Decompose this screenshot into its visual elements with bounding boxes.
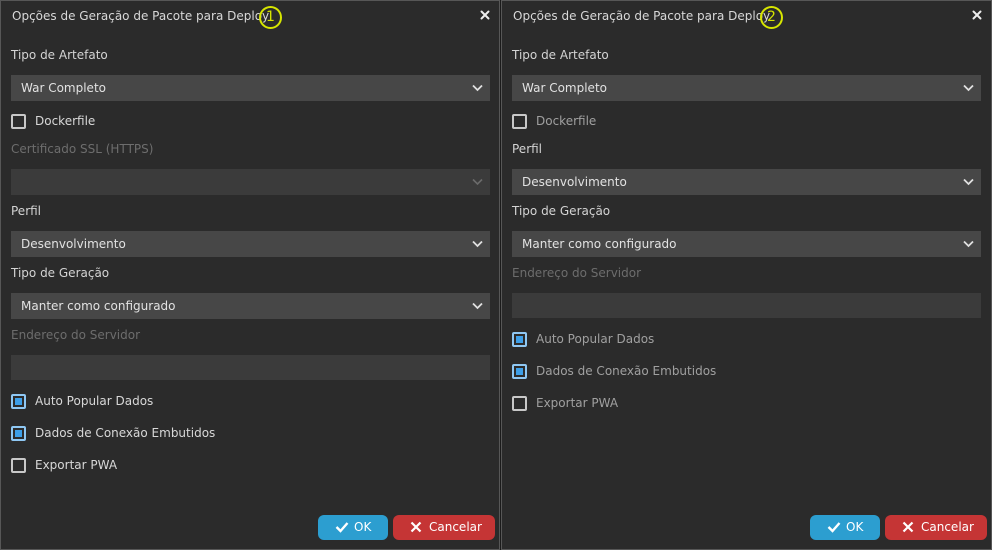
auto-populate-checkbox[interactable]: Auto Popular Dados <box>11 393 191 410</box>
ok-button-label: OK <box>354 520 372 534</box>
dockerfile-checkbox-box[interactable] <box>512 114 527 129</box>
export-pwa-checkbox[interactable]: Exportar PWA <box>512 395 652 412</box>
server-address-label: Endereço do Servidor <box>11 328 141 342</box>
dockerfile-label: Dockerfile <box>536 114 597 128</box>
chevron-down-icon <box>472 84 483 92</box>
profile-select[interactable]: Desenvolvimento <box>11 231 490 257</box>
check-icon <box>827 522 841 533</box>
profile-label: Perfil <box>512 142 543 156</box>
auto-populate-checkbox-box[interactable] <box>11 394 26 409</box>
close-icon[interactable] <box>970 8 984 22</box>
dialog-titlebar: Opções de Geração de Pacote para Deploy … <box>1 1 499 33</box>
artifact-type-label: Tipo de Artefato <box>11 48 108 62</box>
embedded-connection-checkbox-box[interactable] <box>512 364 527 379</box>
embedded-connection-checkbox[interactable]: Dados de Conexão Embutidos <box>512 363 732 380</box>
deploy-options-dialog-2: Opções de Geração de Pacote para Deploy … <box>501 0 992 550</box>
step-marker: 2 <box>760 6 783 29</box>
server-address-label: Endereço do Servidor <box>512 266 642 280</box>
chevron-down-icon <box>963 178 974 186</box>
dialog-title: Opções de Geração de Pacote para Deploy <box>513 9 771 23</box>
profile-value: Desenvolvimento <box>21 237 126 251</box>
artifact-type-select[interactable]: War Completo <box>512 75 981 101</box>
generation-type-value: Manter como configurado <box>21 299 176 313</box>
artifact-type-value: War Completo <box>21 81 106 95</box>
export-pwa-checkbox[interactable]: Exportar PWA <box>11 457 151 474</box>
export-pwa-label: Exportar PWA <box>536 396 619 410</box>
deploy-options-dialog-1: Opções de Geração de Pacote para Deploy … <box>0 0 500 550</box>
export-pwa-checkbox-box[interactable] <box>512 396 527 411</box>
cancel-button[interactable]: Cancelar <box>393 515 495 540</box>
dockerfile-checkbox-box[interactable] <box>11 114 26 129</box>
chevron-down-icon <box>472 302 483 310</box>
auto-populate-label: Auto Popular Dados <box>536 332 655 346</box>
x-icon <box>902 521 914 533</box>
ok-button-label: OK <box>846 520 864 534</box>
profile-value: Desenvolvimento <box>522 175 627 189</box>
generation-type-label: Tipo de Geração <box>11 266 110 280</box>
embedded-connection-checkbox-box[interactable] <box>11 426 26 441</box>
chevron-down-icon <box>472 178 483 186</box>
auto-populate-checkbox-box[interactable] <box>512 332 527 347</box>
dockerfile-checkbox[interactable]: Dockerfile <box>11 113 131 130</box>
artifact-type-value: War Completo <box>522 81 607 95</box>
chevron-down-icon <box>963 84 974 92</box>
auto-populate-checkbox[interactable]: Auto Popular Dados <box>512 331 692 348</box>
embedded-connection-label: Dados de Conexão Embutidos <box>35 426 216 440</box>
generation-type-select[interactable]: Manter como configurado <box>11 293 490 319</box>
generation-type-value: Manter como configurado <box>522 237 677 251</box>
ssl-certificate-select <box>11 169 490 195</box>
auto-populate-label: Auto Popular Dados <box>35 394 154 408</box>
ok-button[interactable]: OK <box>318 515 388 540</box>
generation-type-select[interactable]: Manter como configurado <box>512 231 981 257</box>
chevron-down-icon <box>963 240 974 248</box>
cancel-button[interactable]: Cancelar <box>885 515 987 540</box>
dockerfile-label: Dockerfile <box>35 114 96 128</box>
cancel-button-label: Cancelar <box>921 520 974 534</box>
x-icon <box>410 521 422 533</box>
artifact-type-select[interactable]: War Completo <box>11 75 490 101</box>
dockerfile-checkbox[interactable]: Dockerfile <box>512 113 632 130</box>
server-address-input <box>11 355 490 380</box>
export-pwa-label: Exportar PWA <box>35 458 118 472</box>
profile-select[interactable]: Desenvolvimento <box>512 169 981 195</box>
check-icon <box>335 522 349 533</box>
close-icon[interactable] <box>478 8 492 22</box>
server-address-input <box>512 293 981 318</box>
cancel-button-label: Cancelar <box>429 520 482 534</box>
embedded-connection-checkbox[interactable]: Dados de Conexão Embutidos <box>11 425 231 442</box>
ssl-certificate-label: Certificado SSL (HTTPS) <box>11 142 154 156</box>
step-marker: 1 <box>259 6 282 29</box>
dialog-title: Opções de Geração de Pacote para Deploy <box>12 9 270 23</box>
generation-type-label: Tipo de Geração <box>512 204 611 218</box>
embedded-connection-label: Dados de Conexão Embutidos <box>536 364 717 378</box>
artifact-type-label: Tipo de Artefato <box>512 48 609 62</box>
profile-label: Perfil <box>11 204 42 218</box>
export-pwa-checkbox-box[interactable] <box>11 458 26 473</box>
chevron-down-icon <box>472 240 483 248</box>
ok-button[interactable]: OK <box>810 515 880 540</box>
dialog-titlebar: Opções de Geração de Pacote para Deploy … <box>502 1 991 33</box>
